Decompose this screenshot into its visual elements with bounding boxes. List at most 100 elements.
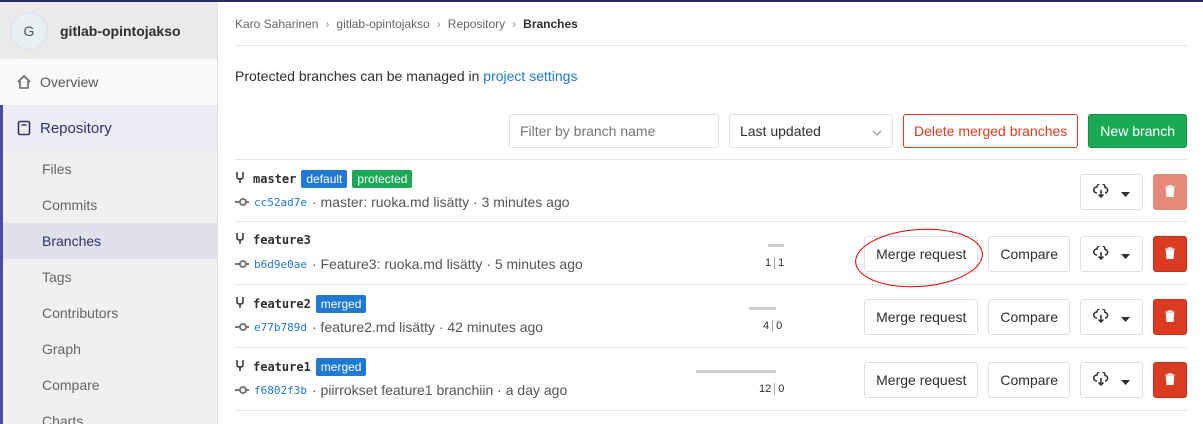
protected-branches-info: Protected branches can be managed in pro… [235, 68, 1187, 84]
commit-icon [235, 385, 249, 395]
new-branch-button[interactable]: New branch [1088, 114, 1187, 148]
behind-count: 12 [759, 383, 776, 395]
sidebar-item-files[interactable]: Files [3, 151, 217, 187]
commit-sha[interactable]: f6802f3b [254, 384, 307, 397]
commit-line: b6d9e0ae · Feature3: ruoka.md lisätty · … [235, 256, 583, 272]
breadcrumb-separator: › [436, 16, 441, 31]
branch-icon [235, 171, 245, 187]
divergence-counts: 12 0 [759, 383, 784, 395]
branch-icon [235, 232, 245, 248]
commit-sha[interactable]: b6d9e0ae [254, 258, 307, 271]
branch-row: feature3 b6d9e0ae · Feature3: ruoka.md l… [235, 222, 1187, 292]
delete-branch-button[interactable] [1153, 362, 1187, 398]
download-dropdown-button[interactable] [1080, 362, 1143, 398]
branch-actions [1080, 174, 1187, 210]
protected-badge: protected [352, 170, 413, 188]
download-cloud-icon [1093, 307, 1109, 326]
home-icon [16, 74, 32, 90]
project-avatar: G [10, 11, 48, 50]
sidebar-item-label: Repository [40, 119, 112, 137]
sidebar-item-graph[interactable]: Graph [3, 331, 217, 367]
breadcrumb-item[interactable]: Repository [448, 17, 505, 31]
trash-icon [1165, 372, 1175, 388]
chevron-down-icon [872, 123, 882, 139]
breadcrumb-item[interactable]: gitlab-opintojakso [336, 17, 429, 31]
branch-icon [235, 359, 245, 375]
delete-branch-button[interactable] [1153, 236, 1187, 272]
branch-name[interactable]: master [253, 172, 296, 186]
commit-sha[interactable]: e77b789d [254, 321, 307, 334]
sidebar-item-contributors[interactable]: Contributors [3, 295, 217, 331]
commit-line: cc52ad7e · master: ruoka.md lisätty · 3 … [235, 194, 570, 210]
merge-request-button[interactable]: Merge request [864, 362, 979, 398]
branch-name[interactable]: feature3 [253, 233, 311, 247]
download-dropdown-button[interactable] [1080, 174, 1143, 210]
commit-icon [235, 322, 249, 332]
trash-icon [1165, 309, 1175, 325]
caret-down-icon [1121, 246, 1130, 262]
download-cloud-icon [1093, 370, 1109, 389]
caret-down-icon [1121, 372, 1130, 388]
branch-filter-input[interactable] [508, 114, 719, 148]
divergence-counts: 1 1 [765, 257, 784, 269]
commit-message: · Feature3: ruoka.md lisätty · 5 minutes… [311, 256, 583, 272]
behind-count: 4 [763, 320, 774, 332]
sidebar-item-overview[interactable]: Overview [0, 59, 217, 105]
merge-request-wrapper: Merge request [853, 224, 985, 292]
divergence-bar [696, 370, 776, 373]
breadcrumb-separator: › [325, 16, 330, 31]
merged-badge: merged [315, 358, 367, 376]
book-icon [16, 120, 32, 136]
sort-dropdown[interactable]: Last updated [728, 114, 893, 148]
compare-button[interactable]: Compare [988, 236, 1070, 272]
project-settings-link[interactable]: project settings [483, 68, 577, 84]
commit-sha[interactable]: cc52ad7e [254, 196, 307, 209]
download-dropdown-button[interactable] [1080, 299, 1143, 335]
sidebar-item-tags[interactable]: Tags [3, 259, 217, 295]
compare-button[interactable]: Compare [988, 299, 1070, 335]
trash-icon [1165, 246, 1175, 262]
branch-icon [235, 296, 245, 312]
commit-line: f6802f3b · piirrokset feature1 branchiin… [235, 382, 567, 398]
project-name[interactable]: gitlab-opintojakso [60, 23, 181, 39]
default-badge: default [301, 170, 348, 188]
project-header[interactable]: G gitlab-opintojakso [0, 2, 217, 59]
merge-request-button[interactable]: Merge request [864, 236, 979, 272]
ahead-count: 0 [778, 383, 785, 395]
breadcrumb-item[interactable]: Karo Saharinen [235, 17, 318, 31]
commit-icon [235, 197, 249, 207]
commit-message: · feature2.md lisätty · 42 minutes ago [311, 319, 544, 335]
delete-merged-branches-button[interactable]: Delete merged branches [902, 114, 1079, 148]
divergence-bar [768, 244, 784, 247]
info-text: Protected branches can be managed in [235, 68, 484, 84]
sidebar-item-branches[interactable]: Branches [3, 223, 217, 259]
sidebar-item-repository[interactable]: Repository [3, 105, 217, 151]
download-dropdown-button[interactable] [1080, 236, 1143, 272]
delete-branch-button[interactable] [1153, 174, 1187, 210]
sidebar-item-commits[interactable]: Commits [3, 187, 217, 223]
branch-actions: Merge request Compare [864, 299, 1187, 335]
branch-row: feature1 merged f6802f3b · piirrokset fe… [235, 348, 1187, 411]
sidebar-item-compare[interactable]: Compare [3, 367, 217, 403]
compare-button[interactable]: Compare [988, 362, 1070, 398]
branch-controls: Last updated Delete merged branches New … [508, 114, 1187, 148]
branch-name-line: feature1 merged [235, 358, 367, 376]
repository-submenu: Files Commits Branches Tags Contributors… [3, 151, 217, 424]
behind-count: 1 [765, 257, 776, 269]
merged-badge: merged [315, 295, 367, 313]
download-cloud-icon [1093, 244, 1109, 263]
branch-row: feature2 merged e77b789d · feature2.md l… [235, 285, 1187, 348]
branch-name[interactable]: feature2 [253, 297, 311, 311]
merge-request-button[interactable]: Merge request [864, 299, 979, 335]
commit-message: · piirrokset feature1 branchiin · a day … [311, 382, 568, 398]
ahead-count: 1 [778, 257, 785, 269]
caret-down-icon [1121, 309, 1130, 325]
breadcrumb: Karo Saharinen › gitlab-opintojakso › Re… [235, 2, 1187, 46]
commit-message: · master: ruoka.md lisätty · 3 minutes a… [311, 194, 570, 210]
delete-branch-button[interactable] [1153, 299, 1187, 335]
breadcrumb-current[interactable]: Branches [523, 17, 578, 31]
branch-name[interactable]: feature1 [253, 360, 311, 374]
divergence-counts: 4 0 [763, 320, 782, 332]
sidebar-item-charts[interactable]: Charts [3, 403, 217, 424]
branch-name-line: master default protected [235, 170, 413, 188]
